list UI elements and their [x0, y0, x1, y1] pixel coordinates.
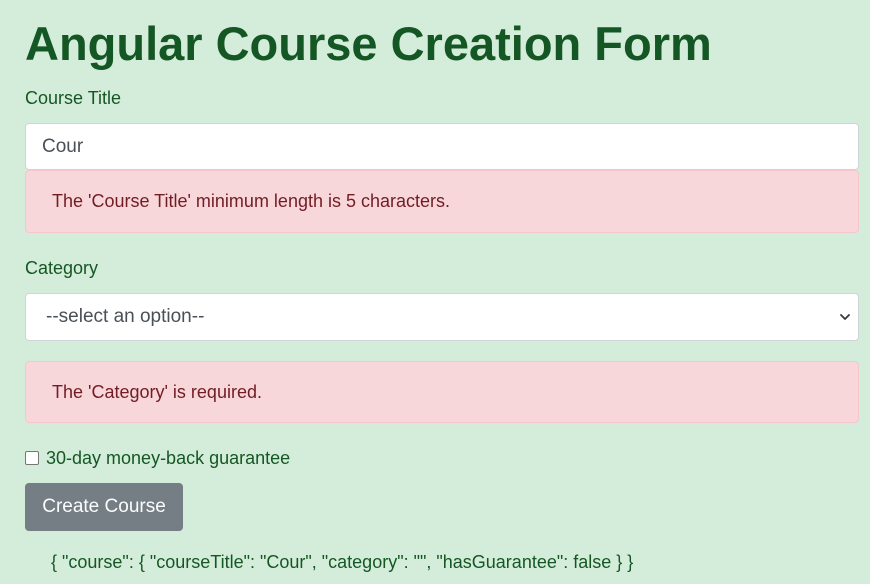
- page-title: Angular Course Creation Form: [25, 17, 712, 70]
- category-select[interactable]: --select an option--: [25, 293, 859, 341]
- chevron-down-icon: [840, 314, 850, 320]
- category-error-alert: The 'Category' is required.: [25, 361, 859, 423]
- category-error-text: The 'Category' is required.: [52, 381, 262, 402]
- guarantee-checkbox[interactable]: [25, 451, 39, 465]
- form-json-output: { "course": { "courseTitle": "Cour", "ca…: [51, 552, 634, 572]
- category-label: Category: [25, 258, 99, 278]
- course-title-label: Course Title: [25, 88, 122, 108]
- category-selected-value: --select an option--: [46, 306, 205, 327]
- course-title-error-alert: The 'Course Title' minimum length is 5 c…: [25, 170, 859, 233]
- course-title-error-text: The 'Course Title' minimum length is 5 c…: [52, 191, 451, 211]
- guarantee-row: 30-day money-back guarantee: [25, 446, 290, 470]
- guarantee-label[interactable]: 30-day money-back guarantee: [46, 448, 290, 469]
- course-title-input[interactable]: [25, 123, 859, 170]
- create-course-button[interactable]: Create Course: [25, 483, 183, 531]
